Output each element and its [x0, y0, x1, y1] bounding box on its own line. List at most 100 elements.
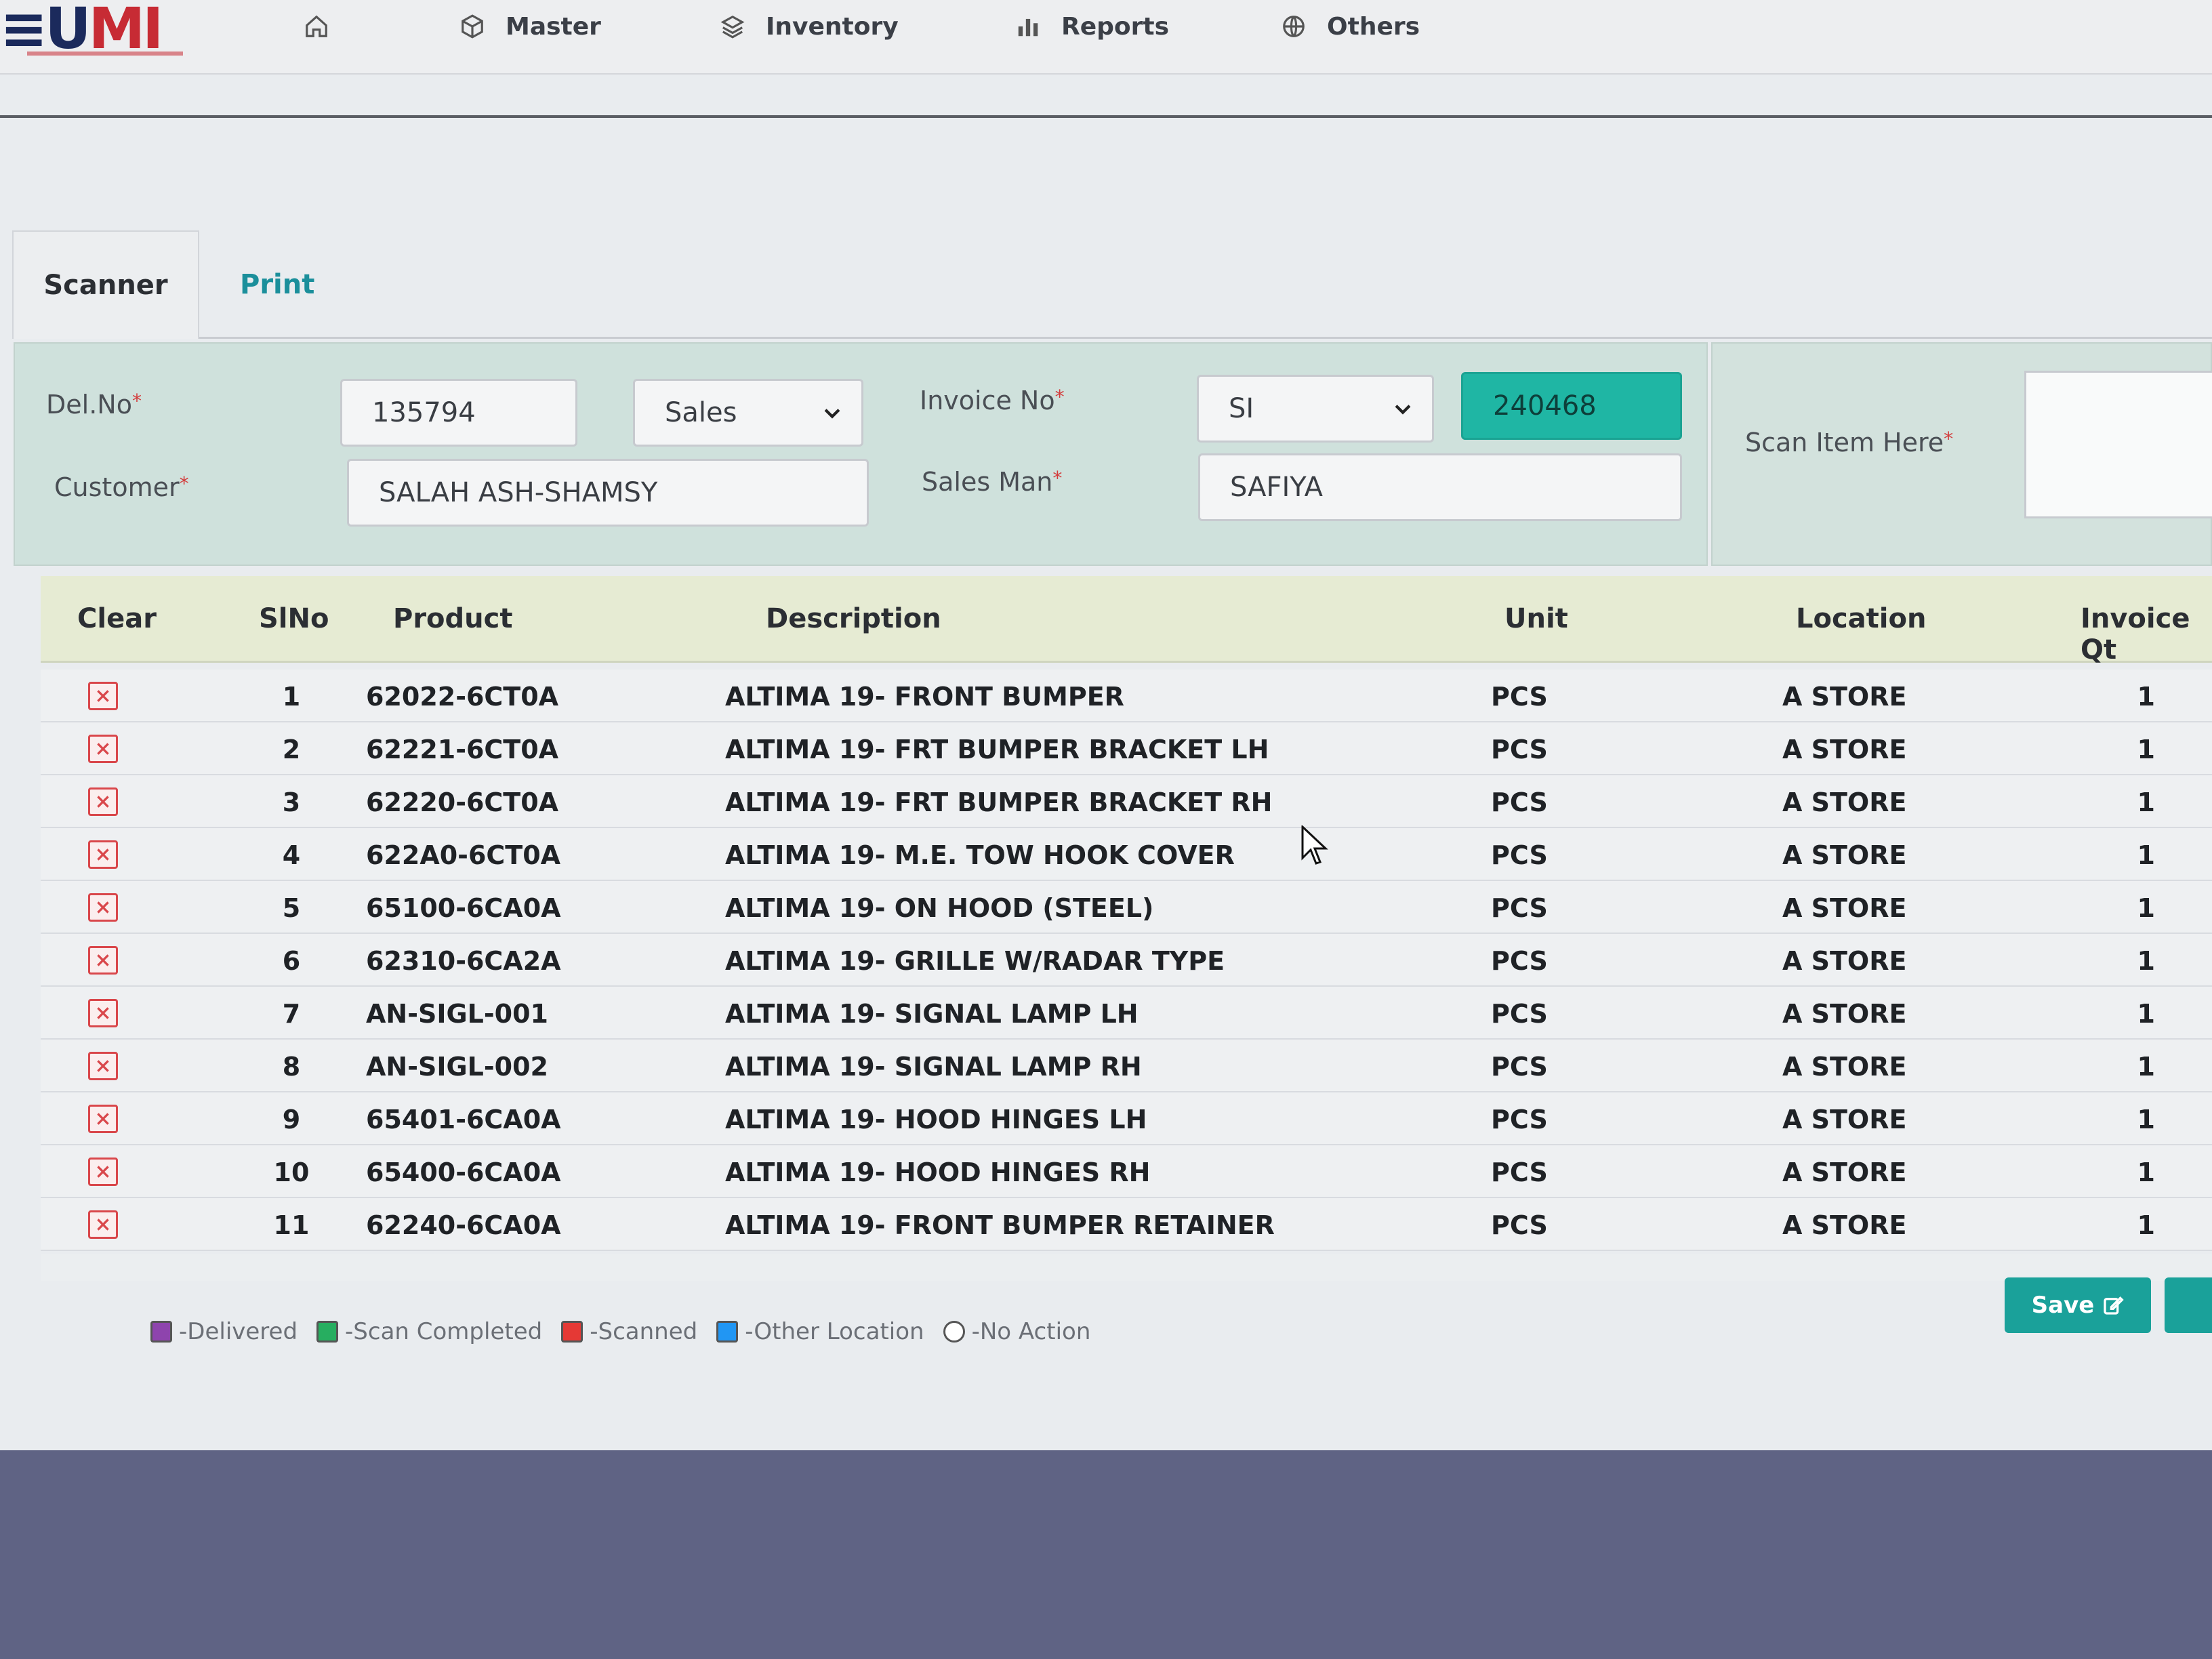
globe-icon: [1283, 16, 1305, 37]
row-location: A STORE: [1782, 735, 1907, 764]
clear-row-button[interactable]: [88, 682, 118, 710]
row-location: A STORE: [1782, 1158, 1907, 1187]
row-product: 62240-6CA0A: [366, 1210, 561, 1240]
row-unit: PCS: [1491, 840, 1548, 870]
row-location: A STORE: [1782, 1105, 1907, 1134]
nav-master[interactable]: Master: [459, 9, 601, 43]
table-row-partial: [41, 1254, 2212, 1281]
app-screen: ≡UMI Master Inventory Reports Others Sca…: [0, 0, 2212, 1450]
table-row: 4 622A0-6CT0A ALTIMA 19- M.E. TOW HOOK COV…: [41, 828, 2212, 881]
table-row: 9 65401-6CA0A ALTIMA 19- HOOD HINGES LH PCS…: [41, 1092, 2212, 1145]
clear-row-button[interactable]: [88, 893, 118, 922]
row-description: ALTIMA 19- M.E. TOW HOOK COVER: [725, 840, 1235, 870]
legend-swatch: [716, 1321, 739, 1343]
invoice-prefix-select[interactable]: SI: [1197, 375, 1434, 443]
row-description: ALTIMA 19- SIGNAL LAMP RH: [725, 1052, 1142, 1082]
secondary-action-button[interactable]: [2165, 1277, 2212, 1333]
row-unit: PCS: [1491, 1052, 1548, 1082]
sales-man-input[interactable]: SAFIYA: [1198, 453, 1682, 521]
nav-inventory[interactable]: Inventory: [720, 9, 899, 43]
close-icon: [97, 690, 109, 702]
clear-row-button[interactable]: [88, 1105, 118, 1133]
clear-row-button[interactable]: [88, 1052, 118, 1080]
row-slno: 5: [282, 893, 301, 923]
clear-row-button[interactable]: [88, 1158, 118, 1186]
nav-others-label: Others: [1327, 12, 1420, 41]
table-row: 2 62221-6CT0A ALTIMA 19- FRT BUMPER BRACKE…: [41, 722, 2212, 775]
nav-master-label: Master: [506, 12, 601, 41]
row-invoice-qty: 1: [2137, 999, 2155, 1029]
row-description: ALTIMA 19- HOOD HINGES LH: [725, 1105, 1147, 1134]
row-product: 65400-6CA0A: [366, 1158, 561, 1187]
close-icon: [97, 796, 109, 808]
row-slno: 8: [282, 1052, 301, 1082]
clear-row-button[interactable]: [88, 735, 118, 763]
legend-swatch: [316, 1321, 339, 1343]
col-product: Product: [393, 603, 513, 634]
home-icon: [306, 15, 327, 37]
scan-item-input[interactable]: [2024, 371, 2212, 518]
close-icon: [97, 901, 109, 914]
table-row: 6 62310-6CA2A ALTIMA 19- GRILLE W/RADAR TY…: [41, 934, 2212, 987]
row-product: 65100-6CA0A: [366, 893, 561, 923]
del-no-label: Del.No*: [46, 390, 142, 419]
clear-row-button[interactable]: [88, 1210, 118, 1239]
row-location: A STORE: [1782, 1052, 1907, 1082]
row-description: ALTIMA 19- FRONT BUMPER RETAINER: [725, 1210, 1275, 1240]
row-unit: PCS: [1491, 946, 1548, 976]
save-button[interactable]: Save: [2005, 1277, 2151, 1333]
close-icon: [97, 954, 109, 966]
type-select[interactable]: Sales: [633, 379, 863, 447]
row-product: 65401-6CA0A: [366, 1105, 561, 1134]
row-invoice-qty: 1: [2137, 787, 2155, 817]
row-description: ALTIMA 19- HOOD HINGES RH: [725, 1158, 1151, 1187]
row-invoice-qty: 1: [2137, 840, 2155, 870]
nav-others[interactable]: Others: [1281, 9, 1420, 43]
row-product: AN-SIGL-002: [366, 1052, 548, 1082]
table-header: Clear SlNo Product Description Unit Loca…: [41, 576, 2212, 665]
del-no-input[interactable]: 135794: [340, 379, 577, 447]
table-row: 7 AN-SIGL-001 ALTIMA 19- SIGNAL LAMP LH PCS…: [41, 987, 2212, 1040]
legend-scan-completed: -Scan Completed: [316, 1318, 542, 1345]
edit-icon: [2104, 1296, 2125, 1315]
row-invoice-qty: 1: [2137, 946, 2155, 976]
tab-bar: Scanner Print: [12, 230, 2212, 339]
row-description: ALTIMA 19- FRONT BUMPER: [725, 682, 1124, 712]
clear-row-button[interactable]: [88, 787, 118, 816]
clear-row-button[interactable]: [88, 840, 118, 869]
row-location: A STORE: [1782, 999, 1907, 1029]
invoice-number-field[interactable]: 240468: [1461, 372, 1682, 440]
scan-item-label: Scan Item Here*: [1745, 428, 1954, 457]
bar-chart-icon: [1018, 18, 1038, 37]
nav-reports-label: Reports: [1061, 12, 1170, 41]
row-invoice-qty: 1: [2137, 1105, 2155, 1134]
clear-row-button[interactable]: [88, 999, 118, 1027]
nav-reports[interactable]: Reports: [1015, 9, 1169, 43]
col-unit: Unit: [1504, 603, 1568, 634]
status-legend: -Delivered -Scan Completed -Scanned -Oth…: [150, 1318, 1100, 1345]
chevron-down-icon: [1395, 405, 1411, 415]
row-location: A STORE: [1782, 840, 1907, 870]
header-divider: [0, 115, 2212, 118]
row-invoice-qty: 1: [2137, 682, 2155, 712]
delivery-form: Del.No* 135794 Sales Customer* SALAH ASH…: [14, 342, 1708, 566]
row-product: 62221-6CT0A: [366, 735, 559, 764]
legend-other-location: -Other Location: [716, 1318, 924, 1345]
legend-swatch: [561, 1321, 583, 1343]
tab-print[interactable]: Print: [240, 230, 314, 339]
clear-row-button[interactable]: [88, 946, 118, 975]
row-invoice-qty: 1: [2137, 893, 2155, 923]
top-navigation: ≡UMI Master Inventory Reports Others: [0, 0, 2212, 75]
tab-scanner[interactable]: Scanner: [12, 230, 199, 339]
row-location: A STORE: [1782, 682, 1907, 712]
logo-underline: [27, 52, 183, 56]
nav-inventory-label: Inventory: [766, 12, 899, 41]
table-row: 10 65400-6CA0A ALTIMA 19- HOOD HINGES RH PC…: [41, 1145, 2212, 1198]
row-unit: PCS: [1491, 1158, 1548, 1187]
chevron-down-icon: [824, 409, 840, 419]
row-product: 62220-6CT0A: [366, 787, 559, 817]
row-unit: PCS: [1491, 682, 1548, 712]
nav-home[interactable]: [304, 9, 329, 43]
row-slno: 3: [282, 787, 301, 817]
customer-input[interactable]: SALAH ASH-SHAMSY: [347, 459, 869, 527]
